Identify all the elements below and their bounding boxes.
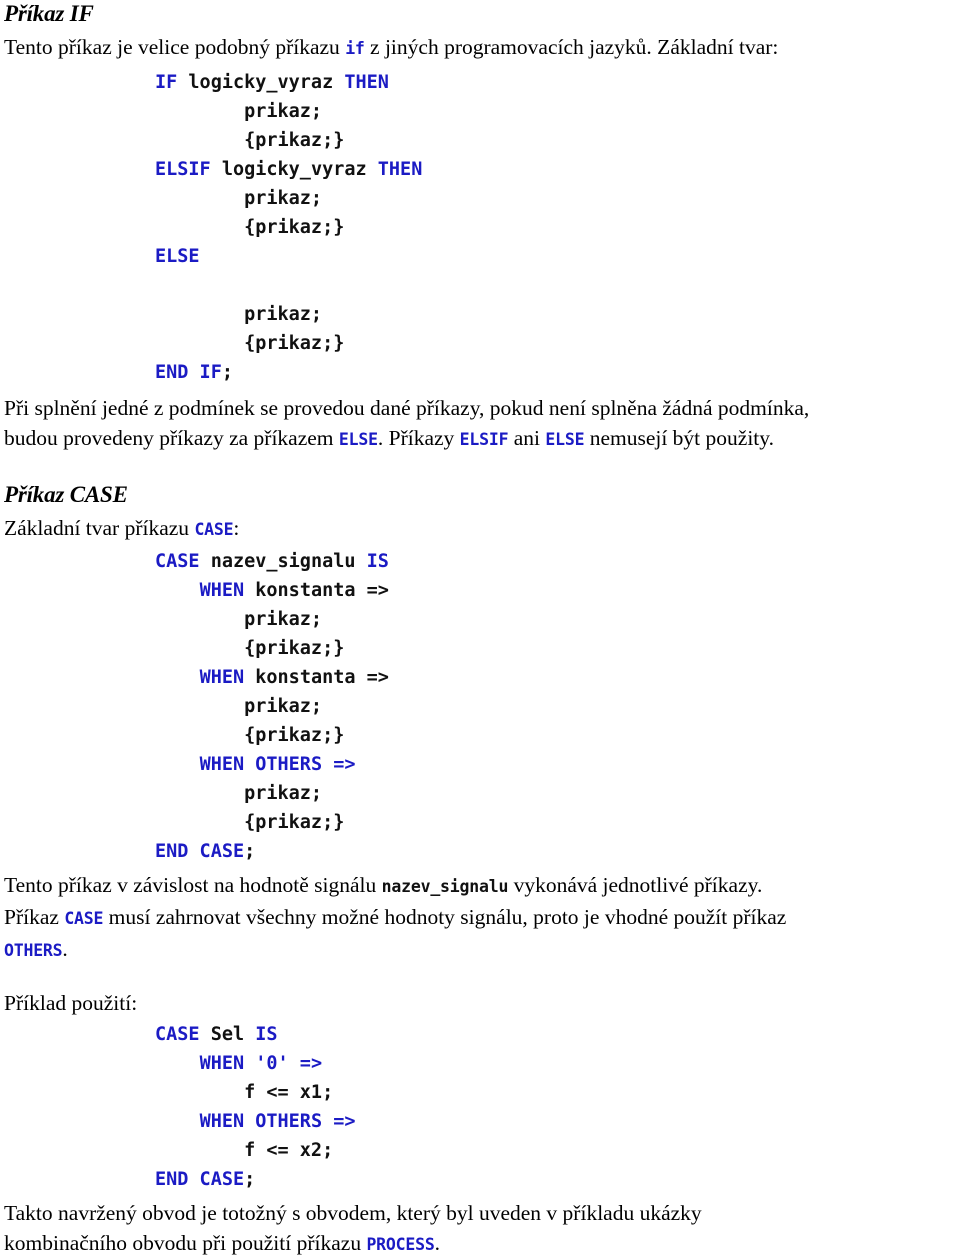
inline-keyword-else-1: ELSE bbox=[338, 430, 378, 449]
code-text: prikaz; bbox=[155, 783, 323, 804]
case-expl-text-a: Tento příkaz v závislost na hodnotě sign… bbox=[4, 873, 382, 897]
code-keyword: WHEN OTHERS => bbox=[199, 1111, 356, 1132]
closing-paragraph-line-2: kombinačního obvodu při použití příkazu … bbox=[0, 1228, 960, 1260]
case-intro-paragraph: Základní tvar příkazu CASE: bbox=[0, 513, 960, 545]
case-intro-prefix: Základní tvar příkazu bbox=[4, 516, 195, 540]
code-keyword: END CASE bbox=[155, 841, 245, 862]
code-text: prikaz; bbox=[155, 304, 323, 325]
code-text: ; bbox=[221, 362, 233, 383]
if-expl-text-d: nemusejí být použity. bbox=[584, 426, 775, 450]
inline-keyword-else-2: ELSE bbox=[545, 430, 585, 449]
inline-keyword-process: PROCESS bbox=[366, 1235, 435, 1254]
code-text: f <= x2; bbox=[155, 1140, 334, 1161]
inline-keyword-elsif: ELSIF bbox=[459, 430, 509, 449]
code-keyword: CASE bbox=[155, 551, 200, 572]
case-syntax-code-block: CASE nazev_signalu IS WHEN konstanta => … bbox=[0, 547, 960, 866]
if-intro-text-1: Tento příkaz je velice podobný příkazu bbox=[4, 35, 346, 59]
code-text: {prikaz;} bbox=[155, 130, 345, 151]
code-text: ; bbox=[244, 1169, 256, 1190]
document-page: Příkaz IF Tento příkaz je velice podobný… bbox=[0, 0, 960, 1255]
example-label: Příklad použití: bbox=[4, 991, 138, 1015]
if-intro-text-2: z jiných programovacích jazyků. Základní… bbox=[364, 35, 779, 59]
closing-paragraph-line-1: Takto navržený obvod je totožný s obvode… bbox=[4, 1201, 702, 1225]
code-keyword: WHEN bbox=[199, 580, 245, 601]
code-keyword: ELSE bbox=[155, 246, 200, 267]
code-text: konstanta => bbox=[244, 580, 389, 601]
code-text: {prikaz;} bbox=[155, 333, 345, 354]
code-keyword: ELSIF bbox=[155, 159, 211, 180]
code-keyword: THEN bbox=[377, 159, 423, 180]
code-text: prikaz; bbox=[155, 101, 323, 122]
case-expl3-text-b: . bbox=[62, 937, 68, 961]
inline-keyword-if: if bbox=[345, 39, 365, 58]
code-keyword: CASE bbox=[155, 1024, 200, 1045]
code-text: logicky_vyraz bbox=[210, 159, 378, 180]
inline-keyword-case-2: CASE bbox=[64, 909, 104, 928]
if-expl-text-c: ani bbox=[508, 426, 546, 450]
case-expl-text-b: vykonává jednotlivé příkazy. bbox=[508, 873, 763, 897]
code-keyword: IS bbox=[366, 551, 389, 572]
code-keyword: IF bbox=[155, 72, 178, 93]
case-explanation-line-1: Tento příkaz v závislost na hodnotě sign… bbox=[0, 870, 960, 902]
case-expl2-text-a: Příkaz bbox=[4, 905, 65, 929]
code-keyword: END IF bbox=[155, 362, 222, 383]
code-text: prikaz; bbox=[155, 696, 323, 717]
case-intro-suffix: : bbox=[233, 516, 240, 540]
section-heading-case: Příkaz CASE bbox=[4, 482, 128, 507]
code-text: {prikaz;} bbox=[155, 812, 345, 833]
code-text: prikaz; bbox=[155, 609, 323, 630]
code-text: prikaz; bbox=[155, 188, 323, 209]
code-keyword: WHEN '0' => bbox=[199, 1053, 323, 1074]
if-expl-text-b: . Příkazy bbox=[377, 426, 460, 450]
if-syntax-code-block: IF logicky_vyraz THEN prikaz; {prikaz;} … bbox=[0, 68, 960, 387]
if-explanation-line-2: budou provedeny příkazy za příkazem ELSE… bbox=[0, 423, 960, 455]
closing-text-b: . bbox=[434, 1231, 440, 1255]
code-keyword: IS bbox=[255, 1024, 278, 1045]
code-text: nazev_signalu bbox=[199, 551, 367, 572]
code-keyword: WHEN OTHERS => bbox=[199, 754, 356, 775]
section-heading-if: Příkaz IF bbox=[4, 1, 94, 26]
code-text: konstanta => bbox=[244, 667, 389, 688]
inline-keyword-case: CASE bbox=[194, 520, 234, 539]
code-keyword: WHEN bbox=[199, 667, 245, 688]
code-text: {prikaz;} bbox=[155, 725, 345, 746]
closing-text-a: kombinačního obvodu při použití příkazu bbox=[4, 1231, 367, 1255]
inline-identifier-nazev-signalu: nazev_signalu bbox=[381, 877, 509, 896]
code-text: {prikaz;} bbox=[155, 217, 345, 238]
case-example-code-block: CASE Sel IS WHEN '0' => f <= x1; WHEN OT… bbox=[0, 1020, 960, 1194]
case-expl2-text-b: musí zahrnovat všechny možné hodnoty sig… bbox=[103, 905, 787, 929]
code-text: logicky_vyraz bbox=[177, 72, 345, 93]
code-text: ; bbox=[244, 841, 256, 862]
code-text: {prikaz;} bbox=[155, 638, 345, 659]
case-explanation-line-2: Příkaz CASE musí zahrnovat všechny možné… bbox=[0, 902, 960, 934]
if-explanation-line-1: Při splnění jedné z podmínek se provedou… bbox=[4, 396, 810, 420]
case-explanation-line-3: OTHERS. bbox=[0, 934, 960, 966]
code-keyword: THEN bbox=[344, 72, 389, 93]
code-text: Sel bbox=[199, 1024, 256, 1045]
if-expl-text-a: budou provedeny příkazy za příkazem bbox=[4, 426, 339, 450]
inline-keyword-others: OTHERS bbox=[4, 941, 63, 960]
if-intro-paragraph: Tento příkaz je velice podobný příkazu i… bbox=[0, 32, 960, 64]
code-text: f <= x1; bbox=[155, 1082, 334, 1103]
code-keyword: END CASE bbox=[155, 1169, 245, 1190]
